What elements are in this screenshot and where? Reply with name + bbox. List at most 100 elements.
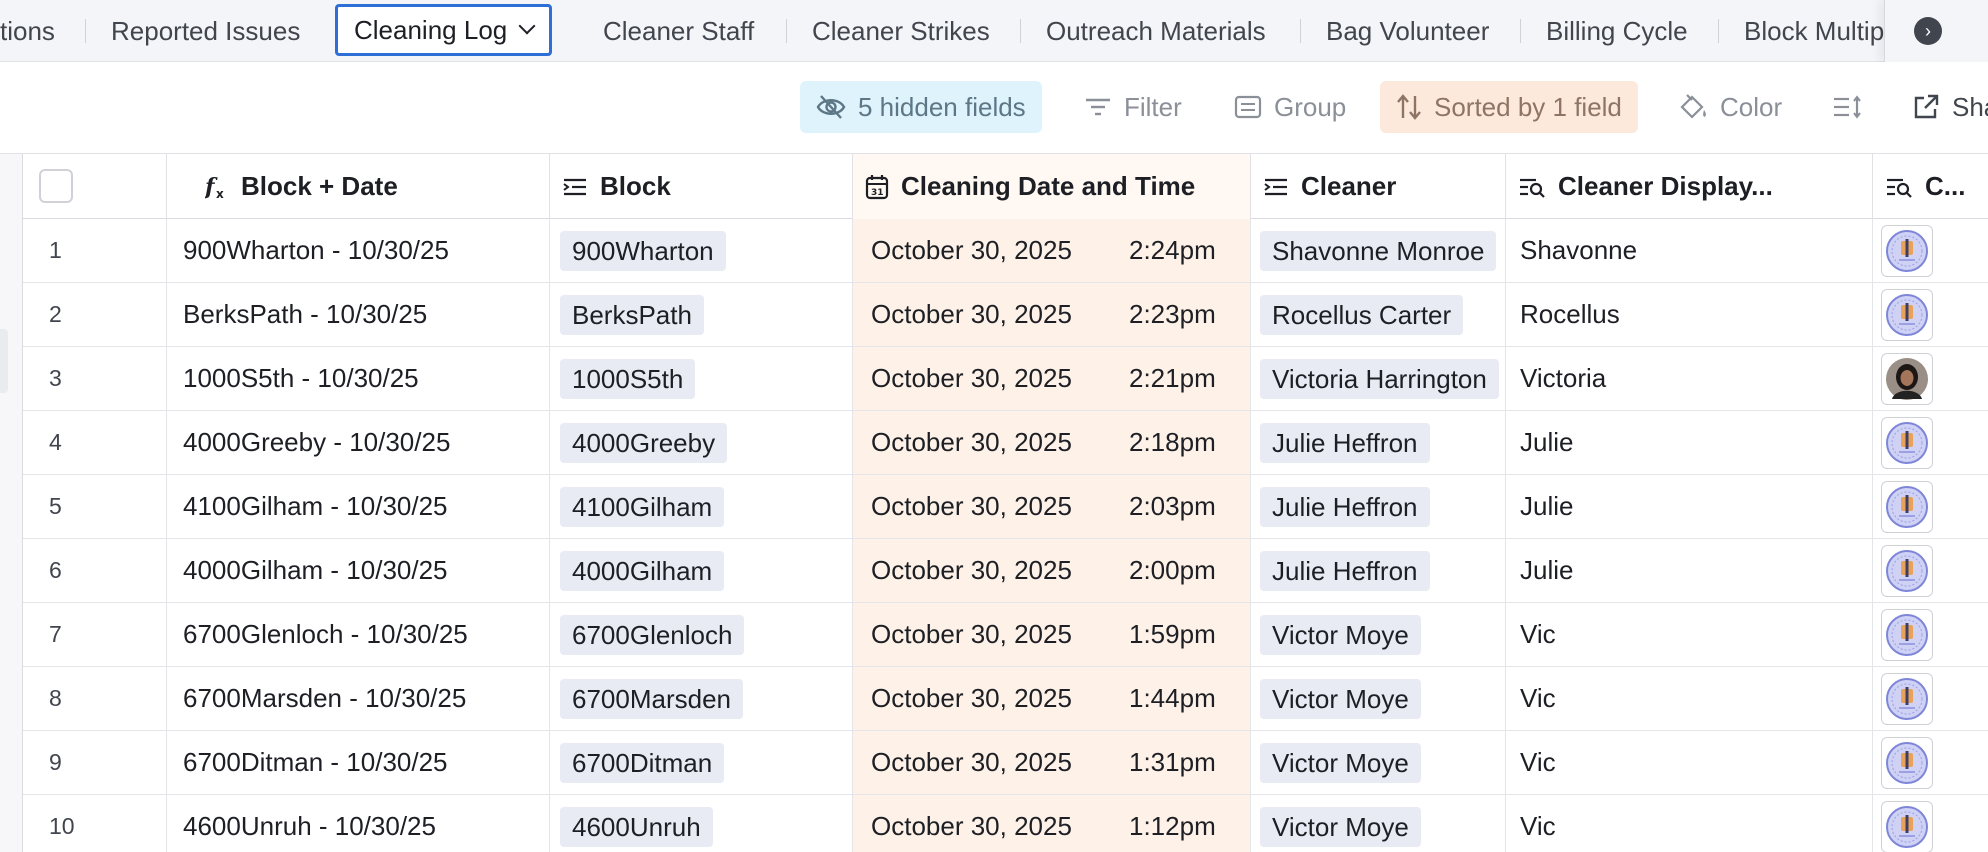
- cleaner-display-cell[interactable]: Shavonne: [1506, 219, 1873, 282]
- cleaner-cell[interactable]: Julie Heffron: [1251, 475, 1506, 538]
- block-date-cell[interactable]: BerksPath - 10/30/25: [167, 283, 550, 346]
- block-cell[interactable]: 4000Greeby: [550, 411, 853, 474]
- avatar-thumbnail[interactable]: [1881, 608, 1933, 661]
- cleaner-cell[interactable]: Shavonne Monroe: [1251, 219, 1506, 282]
- chevron-down-icon[interactable]: [518, 17, 536, 35]
- block-chip[interactable]: 900Wharton: [560, 230, 726, 271]
- block-cell[interactable]: 6700Glenloch: [550, 603, 853, 666]
- tab-cleaner-strikes[interactable]: Cleaner Strikes: [812, 0, 990, 62]
- tab-billing-cycle[interactable]: Billing Cycle: [1546, 0, 1688, 62]
- cleaning-date-cell[interactable]: October 30, 2025 2:24pm: [853, 219, 1251, 282]
- select-all-checkbox[interactable]: [39, 169, 73, 203]
- tab-block-multip[interactable]: Block Multip: [1744, 0, 1884, 62]
- table-row[interactable]: 3 1000S5th - 10/30/25 1000S5th October 3…: [23, 347, 1988, 411]
- table-row[interactable]: 2 BerksPath - 10/30/25 BerksPath October…: [23, 283, 1988, 347]
- column-header-block[interactable]: Block: [550, 154, 853, 219]
- cleaner-display-cell[interactable]: Vic: [1506, 603, 1873, 666]
- cleaning-date-cell[interactable]: October 30, 2025 1:44pm: [853, 667, 1251, 730]
- cleaner-display-cell[interactable]: Victoria: [1506, 347, 1873, 410]
- table-row[interactable]: 9 6700Ditman - 10/30/25 6700Ditman Octob…: [23, 731, 1988, 795]
- cleaner-chip[interactable]: Julie Heffron: [1260, 422, 1430, 463]
- table-row[interactable]: 10 4600Unruh - 10/30/25 4600Unruh Octobe…: [23, 795, 1988, 852]
- cleaner-cell[interactable]: Julie Heffron: [1251, 539, 1506, 602]
- block-chip[interactable]: BerksPath: [560, 294, 704, 335]
- tab-cleaner-staff[interactable]: Cleaner Staff: [603, 0, 754, 62]
- column-header-cleaner-display[interactable]: Cleaner Display...: [1506, 154, 1873, 219]
- color-button[interactable]: Color: [1662, 81, 1798, 133]
- block-date-cell[interactable]: 4000Greeby - 10/30/25: [167, 411, 550, 474]
- block-date-cell[interactable]: 4600Unruh - 10/30/25: [167, 795, 550, 852]
- cleaning-date-cell[interactable]: October 30, 2025 1:12pm: [853, 795, 1251, 852]
- sort-button[interactable]: Sorted by 1 field: [1380, 81, 1638, 133]
- cleaner-display-cell[interactable]: Julie: [1506, 539, 1873, 602]
- tab-tions[interactable]: tions: [0, 0, 55, 62]
- block-cell[interactable]: 900Wharton: [550, 219, 853, 282]
- cleaner-cell[interactable]: Julie Heffron: [1251, 411, 1506, 474]
- cleaner-chip[interactable]: Victor Moye: [1260, 614, 1421, 655]
- block-date-cell[interactable]: 900Wharton - 10/30/25: [167, 219, 550, 282]
- cleaner-chip[interactable]: Julie Heffron: [1260, 550, 1430, 591]
- cleaner-photo-cell[interactable]: [1873, 667, 1988, 730]
- cleaner-photo-cell[interactable]: [1873, 347, 1988, 410]
- avatar-thumbnail[interactable]: [1881, 416, 1933, 469]
- hidden-fields-button[interactable]: 5 hidden fields: [800, 81, 1042, 133]
- cleaner-photo-cell[interactable]: [1873, 283, 1988, 346]
- block-chip[interactable]: 6700Ditman: [560, 742, 725, 783]
- avatar-thumbnail[interactable]: [1881, 480, 1933, 533]
- avatar-thumbnail[interactable]: [1881, 672, 1933, 725]
- column-header-cleaner[interactable]: Cleaner: [1251, 154, 1506, 219]
- block-cell[interactable]: 6700Marsden: [550, 667, 853, 730]
- sidebar-resize-handle[interactable]: [0, 329, 8, 393]
- cleaner-cell[interactable]: Victoria Harrington: [1251, 347, 1506, 410]
- cleaning-date-cell[interactable]: October 30, 2025 2:03pm: [853, 475, 1251, 538]
- cleaner-cell[interactable]: Rocellus Carter: [1251, 283, 1506, 346]
- cleaning-date-cell[interactable]: October 30, 2025 2:18pm: [853, 411, 1251, 474]
- cleaning-date-cell[interactable]: October 30, 2025 2:23pm: [853, 283, 1251, 346]
- table-row[interactable]: 7 6700Glenloch - 10/30/25 6700Glenloch O…: [23, 603, 1988, 667]
- share-view-button[interactable]: Sha: [1896, 81, 1988, 133]
- block-chip[interactable]: 6700Marsden: [560, 678, 743, 719]
- table-row[interactable]: 4 4000Greeby - 10/30/25 4000Greeby Octob…: [23, 411, 1988, 475]
- cleaner-chip[interactable]: Victoria Harrington: [1260, 358, 1499, 399]
- cleaner-photo-cell[interactable]: [1873, 475, 1988, 538]
- cleaner-chip[interactable]: Victor Moye: [1260, 678, 1421, 719]
- column-header-block-date[interactable]: fx Block + Date: [167, 154, 550, 219]
- cleaner-chip[interactable]: Shavonne Monroe: [1260, 230, 1497, 271]
- column-header-cleaning-date[interactable]: 31 Cleaning Date and Time: [853, 154, 1251, 219]
- table-row[interactable]: 5 4100Gilham - 10/30/25 4100Gilham Octob…: [23, 475, 1988, 539]
- block-chip[interactable]: 1000S5th: [560, 358, 696, 399]
- cleaner-chip[interactable]: Victor Moye: [1260, 806, 1421, 847]
- block-cell[interactable]: BerksPath: [550, 283, 853, 346]
- cleaner-display-cell[interactable]: Vic: [1506, 667, 1873, 730]
- block-date-cell[interactable]: 1000S5th - 10/30/25: [167, 347, 550, 410]
- table-row[interactable]: 8 6700Marsden - 10/30/25 6700Marsden Oct…: [23, 667, 1988, 731]
- cleaner-cell[interactable]: Victor Moye: [1251, 667, 1506, 730]
- block-chip[interactable]: 4000Greeby: [560, 422, 728, 463]
- block-chip[interactable]: 4100Gilham: [560, 486, 725, 527]
- cleaner-display-cell[interactable]: Vic: [1506, 731, 1873, 794]
- tab-scroll-right-button[interactable]: ›: [1884, 0, 1988, 62]
- cleaner-chip[interactable]: Julie Heffron: [1260, 486, 1430, 527]
- cleaning-date-cell[interactable]: October 30, 2025 1:31pm: [853, 731, 1251, 794]
- block-chip[interactable]: 4000Gilham: [560, 550, 725, 591]
- block-cell[interactable]: 4000Gilham: [550, 539, 853, 602]
- avatar-thumbnail[interactable]: [1881, 224, 1933, 277]
- cleaner-chip[interactable]: Rocellus Carter: [1260, 294, 1464, 335]
- block-cell[interactable]: 4100Gilham: [550, 475, 853, 538]
- cleaner-photo-cell[interactable]: [1873, 219, 1988, 282]
- block-date-cell[interactable]: 4100Gilham - 10/30/25: [167, 475, 550, 538]
- cleaner-photo-cell[interactable]: [1873, 539, 1988, 602]
- avatar-thumbnail[interactable]: [1881, 800, 1933, 852]
- avatar-thumbnail[interactable]: [1881, 288, 1933, 341]
- cleaner-display-cell[interactable]: Vic: [1506, 795, 1873, 852]
- cleaner-display-cell[interactable]: Rocellus: [1506, 283, 1873, 346]
- tab-reported-issues[interactable]: Reported Issues: [111, 0, 300, 62]
- group-button[interactable]: Group: [1218, 81, 1362, 133]
- block-cell[interactable]: 6700Ditman: [550, 731, 853, 794]
- block-cell[interactable]: 4600Unruh: [550, 795, 853, 852]
- block-chip[interactable]: 6700Glenloch: [560, 614, 745, 655]
- filter-button[interactable]: Filter: [1068, 81, 1198, 133]
- cleaning-date-cell[interactable]: October 30, 2025 1:59pm: [853, 603, 1251, 666]
- block-chip[interactable]: 4600Unruh: [560, 806, 713, 847]
- tab-cleaning-log[interactable]: Cleaning Log: [335, 4, 553, 56]
